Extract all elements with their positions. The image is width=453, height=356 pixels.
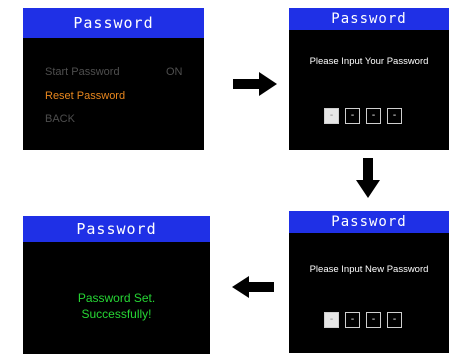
menu-item-back[interactable]: BACK: [45, 113, 75, 125]
password-digit-field[interactable]: -: [324, 312, 339, 328]
password-digit-field[interactable]: -: [366, 108, 381, 124]
screen-title: Password: [23, 8, 204, 38]
screen-title: Password: [289, 8, 449, 30]
arrow-right-icon: [233, 72, 277, 96]
menu-item-label: Start Password: [45, 66, 120, 78]
menu-item-reset-password[interactable]: Reset Password: [45, 90, 125, 102]
menu-item-label: BACK: [45, 113, 75, 125]
success-message: Password Set. Successfully!: [23, 290, 210, 322]
password-digit-field[interactable]: -: [345, 108, 360, 124]
menu-item-start-password[interactable]: Start Password: [45, 66, 120, 78]
input-prompt: Please Input Your Password: [309, 56, 429, 67]
password-digit-group: - - - -: [324, 108, 402, 124]
screen-title: Password: [289, 211, 449, 233]
success-line: Successfully!: [81, 307, 152, 321]
password-digit-field[interactable]: -: [366, 312, 381, 328]
screen-input-new-password: Password Please Input New Password - - -…: [289, 211, 449, 353]
screen-password-menu: Password Start Password ON Reset Passwor…: [23, 8, 204, 150]
success-line: Password Set.: [77, 291, 156, 305]
screen-input-password: Password Please Input Your Password - - …: [289, 8, 449, 150]
arrow-left-icon: [232, 276, 274, 298]
password-digit-field[interactable]: -: [345, 312, 360, 328]
password-digit-group: - - - -: [324, 312, 402, 328]
menu-item-value: ON: [166, 66, 183, 78]
arrow-down-icon: [356, 158, 380, 198]
password-digit-field[interactable]: -: [387, 312, 402, 328]
screen-password-set: Password Password Set. Successfully!: [23, 216, 210, 354]
screen-title: Password: [23, 216, 210, 242]
menu-item-label: Reset Password: [45, 90, 126, 102]
password-digit-field[interactable]: -: [387, 108, 402, 124]
password-digit-field[interactable]: -: [324, 108, 339, 124]
input-prompt: Please Input New Password: [309, 264, 429, 275]
